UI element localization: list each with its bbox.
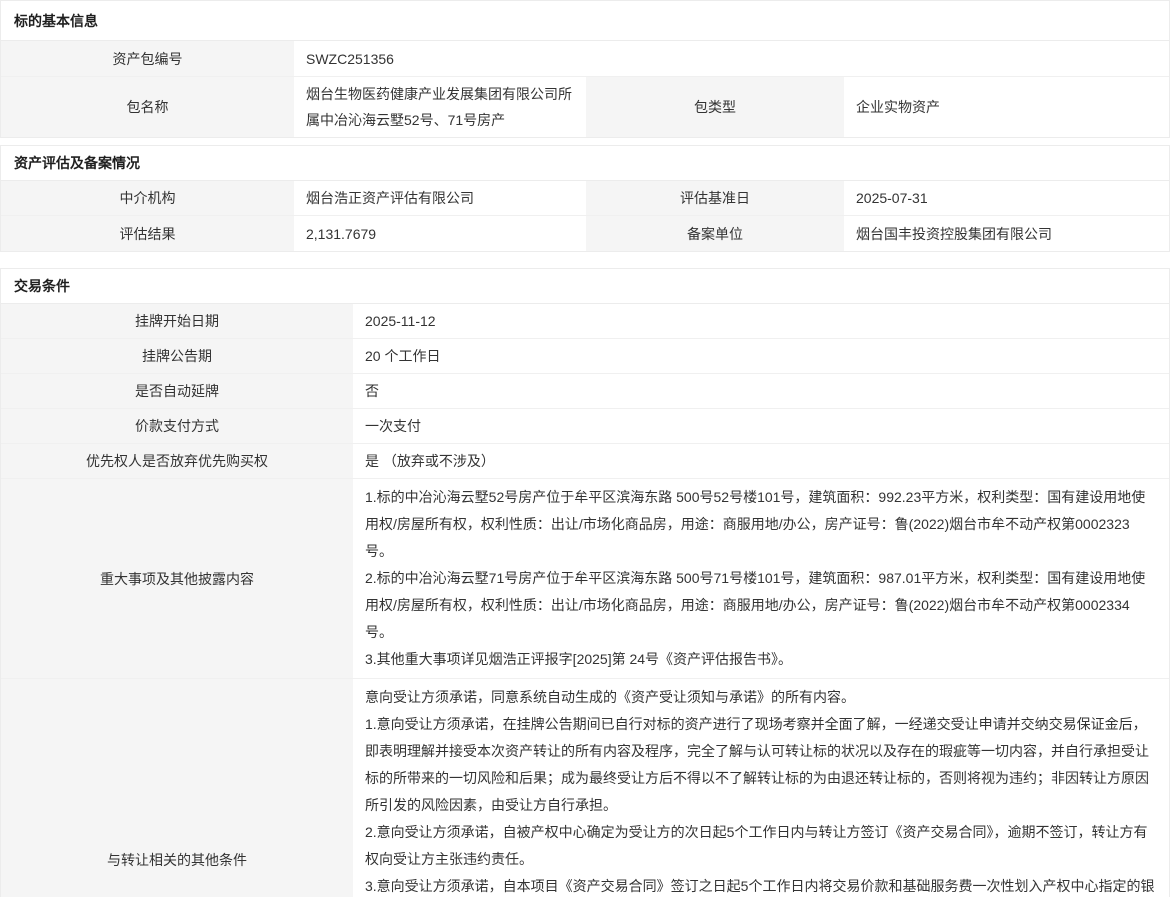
listing-start-label: 挂牌开始日期 <box>1 304 353 338</box>
row-payment-method: 价款支付方式 一次支付 <box>1 409 1169 444</box>
row-auto-extend: 是否自动延牌 否 <box>1 374 1169 409</box>
payment-method-value: 一次支付 <box>353 409 1169 443</box>
agency-label: 中介机构 <box>1 181 294 215</box>
appraisal-result-label: 评估结果 <box>1 216 294 251</box>
row-package-no: 资产包编号 SWZC251356 <box>1 41 1169 77</box>
listing-period-value: 20 个工作日 <box>353 339 1169 373</box>
priority-waiver-label: 优先权人是否放弃优先购买权 <box>1 444 353 478</box>
auto-extend-label: 是否自动延牌 <box>1 374 353 408</box>
priority-waiver-value: 是 （放弃或不涉及） <box>353 444 1169 478</box>
package-type-value: 企业实物资产 <box>844 77 1169 137</box>
section-basic-info-title: 标的基本信息 <box>1 1 1169 41</box>
filing-unit-label: 备案单位 <box>586 216 844 251</box>
section-basic-info: 标的基本信息 资产包编号 SWZC251356 包名称 烟台生物医药健康产业发展… <box>0 0 1170 138</box>
row-priority-waiver: 优先权人是否放弃优先购买权 是 （放弃或不涉及） <box>1 444 1169 479</box>
section-appraisal-title: 资产评估及备案情况 <box>1 146 1169 181</box>
row-major-matters: 重大事项及其他披露内容 1.标的中冶沁海云墅52号房产位于牟平区滨海东路 500… <box>1 479 1169 679</box>
row-other-conditions: 与转让相关的其他条件 意向受让方须承诺，同意系统自动生成的《资产受让须知与承诺》… <box>1 679 1169 897</box>
payment-method-label: 价款支付方式 <box>1 409 353 443</box>
section-trade-conditions-title: 交易条件 <box>1 269 1169 304</box>
section-trade-conditions: 交易条件 挂牌开始日期 2025-11-12 挂牌公告期 20 个工作日 是否自… <box>0 268 1170 897</box>
row-result-filing: 评估结果 2,131.7679 备案单位 烟台国丰投资控股集团有限公司 <box>1 216 1169 251</box>
section-appraisal: 资产评估及备案情况 中介机构 烟台浩正资产评估有限公司 评估基准日 2025-0… <box>0 145 1170 252</box>
package-name-value: 烟台生物医药健康产业发展集团有限公司所属中冶沁海云墅52号、71号房产 <box>294 77 586 137</box>
major-matters-value: 1.标的中冶沁海云墅52号房产位于牟平区滨海东路 500号52号楼101号，建筑… <box>353 479 1169 678</box>
package-no-value: SWZC251356 <box>294 41 1169 76</box>
row-agency-basedate: 中介机构 烟台浩正资产评估有限公司 评估基准日 2025-07-31 <box>1 181 1169 216</box>
package-name-label: 包名称 <box>1 77 294 137</box>
auto-extend-value: 否 <box>353 374 1169 408</box>
other-conditions-value: 意向受让方须承诺，同意系统自动生成的《资产受让须知与承诺》的所有内容。 1.意向… <box>353 679 1169 897</box>
package-no-label: 资产包编号 <box>1 41 294 76</box>
appraisal-result-value: 2,131.7679 <box>294 216 586 251</box>
row-listing-start: 挂牌开始日期 2025-11-12 <box>1 304 1169 339</box>
other-conditions-label: 与转让相关的其他条件 <box>1 679 353 897</box>
row-package-name-type: 包名称 烟台生物医药健康产业发展集团有限公司所属中冶沁海云墅52号、71号房产 … <box>1 77 1169 137</box>
listing-period-label: 挂牌公告期 <box>1 339 353 373</box>
listing-start-value: 2025-11-12 <box>353 304 1169 338</box>
filing-unit-value: 烟台国丰投资控股集团有限公司 <box>844 216 1169 251</box>
agency-value: 烟台浩正资产评估有限公司 <box>294 181 586 215</box>
package-type-label: 包类型 <box>586 77 844 137</box>
base-date-value: 2025-07-31 <box>844 181 1169 215</box>
row-listing-period: 挂牌公告期 20 个工作日 <box>1 339 1169 374</box>
major-matters-label: 重大事项及其他披露内容 <box>1 479 353 678</box>
base-date-label: 评估基准日 <box>586 181 844 215</box>
